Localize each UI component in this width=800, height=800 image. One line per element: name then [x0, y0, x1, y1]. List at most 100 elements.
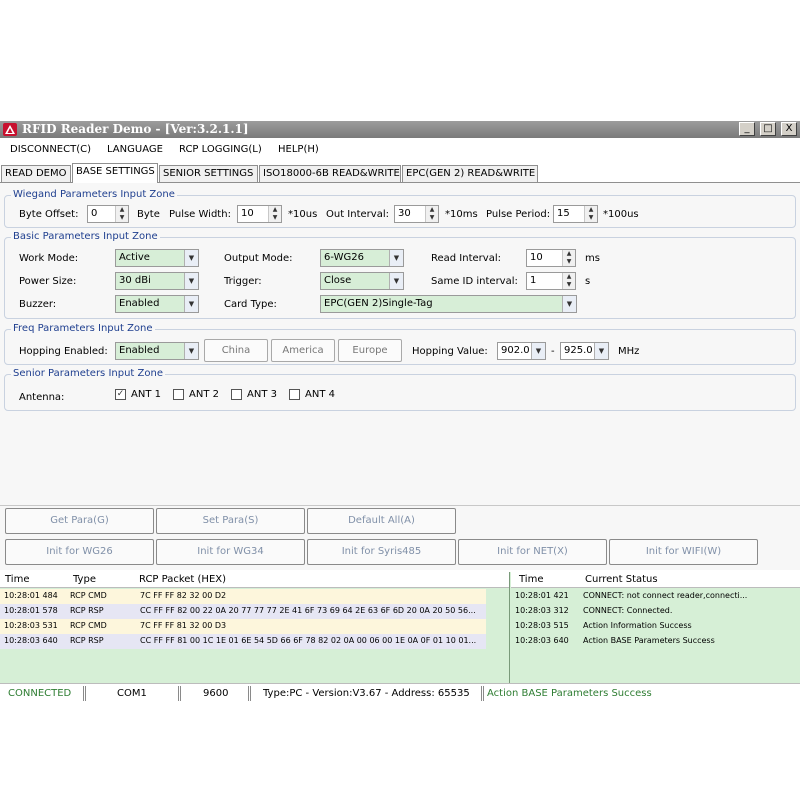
table-row[interactable]: 10:28:03 640 RCP RSP CC FF FF 81 00 1C 1… — [0, 634, 486, 649]
menu-rcp-logging[interactable]: RCP LOGGING(L) — [179, 144, 262, 155]
spin-down-icon[interactable]: ▼ — [269, 214, 281, 222]
init-wg26-button[interactable]: Init for WG26 — [5, 539, 154, 565]
work-mode-select[interactable]: Active ▼ — [115, 249, 199, 267]
list-item[interactable]: 10:28:03 640 Action BASE Parameters Succ… — [511, 634, 800, 649]
list-item[interactable]: 10:28:01 421 CONNECT: not connect reader… — [511, 589, 800, 604]
chevron-down-icon[interactable]: ▼ — [184, 273, 198, 289]
init-wg34-button[interactable]: Init for WG34 — [156, 539, 305, 565]
ant1-checkbox[interactable]: ✓ — [115, 389, 126, 400]
ant1-label[interactable]: ANT 1 — [131, 389, 161, 400]
spin-arrows[interactable]: ▲ ▼ — [425, 206, 438, 222]
set-para-button[interactable]: Set Para(S) — [156, 508, 305, 534]
ant3-checkbox[interactable] — [231, 389, 242, 400]
chevron-down-icon[interactable]: ▼ — [562, 296, 576, 312]
list-item[interactable]: 10:28:03 312 CONNECT: Connected. — [511, 604, 800, 619]
spin-down-icon[interactable]: ▼ — [426, 214, 438, 222]
col-time[interactable]: Time — [5, 574, 29, 585]
init-net-button[interactable]: Init for NET(X) — [458, 539, 607, 565]
spin-down-icon[interactable]: ▼ — [585, 214, 597, 222]
list-item[interactable]: 10:28:03 515 Action Information Success — [511, 619, 800, 634]
out-interval-stepper[interactable]: 30 ▲ ▼ — [394, 205, 439, 223]
hop-from-select[interactable]: 902.0 ▼ — [497, 342, 546, 360]
spin-arrows[interactable]: ▲ ▼ — [562, 273, 575, 289]
spin-up-icon[interactable]: ▲ — [269, 206, 281, 214]
default-all-button[interactable]: Default All(A) — [307, 508, 456, 534]
chevron-down-icon[interactable]: ▼ — [389, 273, 403, 289]
get-para-button[interactable]: Get Para(G) — [5, 508, 154, 534]
chevron-down-icon[interactable]: ▼ — [184, 250, 198, 266]
china-button[interactable]: China — [204, 339, 268, 362]
same-id-stepper[interactable]: 1 ▲ ▼ — [526, 272, 576, 290]
hop-to-select[interactable]: 925.0 ▼ — [560, 342, 609, 360]
hopping-enabled-select[interactable]: Enabled ▼ — [115, 342, 199, 360]
card-type-select[interactable]: EPC(GEN 2)Single-Tag ▼ — [320, 295, 577, 313]
antenna-label: Antenna: — [19, 392, 65, 403]
spin-up-icon[interactable]: ▲ — [116, 206, 128, 214]
byte-offset-stepper[interactable]: 0 ▲ ▼ — [87, 205, 129, 223]
output-mode-label: Output Mode: — [224, 253, 293, 264]
table-row[interactable]: 10:28:03 531 RCP CMD 7C FF FF 81 32 00 D… — [0, 619, 486, 634]
title-bar[interactable]: RFID Reader Demo - [Ver:3.2.1.1] _ □ X — [0, 121, 800, 138]
col-current-status[interactable]: Current Status — [585, 574, 658, 585]
spin-arrows[interactable]: ▲ ▼ — [584, 206, 597, 222]
buzzer-select[interactable]: Enabled ▼ — [115, 295, 199, 313]
chevron-down-icon[interactable]: ▼ — [184, 296, 198, 312]
tab-base-settings[interactable]: BASE SETTINGS — [72, 163, 158, 183]
minimize-button[interactable]: _ — [739, 122, 755, 136]
row-type: RCP CMD — [70, 591, 107, 600]
output-mode-select[interactable]: 6-WG26 ▼ — [320, 249, 404, 267]
col-status-time[interactable]: Time — [519, 574, 543, 585]
menu-help[interactable]: HELP(H) — [278, 144, 319, 155]
chevron-down-icon[interactable]: ▼ — [389, 250, 403, 266]
spin-arrows[interactable]: ▲ ▼ — [115, 206, 128, 222]
init-wifi-button[interactable]: Init for WIFI(W) — [609, 539, 758, 565]
power-size-label: Power Size: — [19, 276, 77, 287]
spin-up-icon[interactable]: ▲ — [585, 206, 597, 214]
close-button[interactable]: X — [781, 122, 797, 136]
tab-senior-settings[interactable]: SENIOR SETTINGS — [159, 165, 258, 182]
status-log[interactable]: Time Current Status 10:28:01 421 CONNECT… — [511, 572, 800, 683]
europe-button[interactable]: Europe — [338, 339, 402, 362]
pulse-period-value: 15 — [557, 208, 570, 219]
ant2-label[interactable]: ANT 2 — [189, 389, 219, 400]
spin-down-icon[interactable]: ▼ — [116, 214, 128, 222]
init-syris485-button[interactable]: Init for Syris485 — [307, 539, 456, 565]
power-size-select[interactable]: 30 dBi ▼ — [115, 272, 199, 290]
spin-up-icon[interactable]: ▲ — [563, 273, 575, 281]
trigger-select[interactable]: Close ▼ — [320, 272, 404, 290]
america-button[interactable]: America — [271, 339, 335, 362]
group-title: Senior Parameters Input Zone — [11, 368, 165, 379]
pulse-period-unit: *100us — [603, 209, 639, 220]
col-type[interactable]: Type — [73, 574, 96, 585]
tab-read-demo[interactable]: READ DEMO — [1, 165, 71, 182]
spin-up-icon[interactable]: ▲ — [426, 206, 438, 214]
table-row[interactable]: 10:28:01 578 RCP RSP CC FF FF 82 00 22 0… — [0, 604, 486, 619]
spin-down-icon[interactable]: ▼ — [563, 258, 575, 266]
ant3-label[interactable]: ANT 3 — [247, 389, 277, 400]
senior-group: Senior Parameters Input Zone Antenna: ✓ … — [4, 368, 796, 411]
chevron-down-icon[interactable]: ▼ — [594, 343, 608, 359]
tab-iso18000[interactable]: ISO18000-6B READ&WRITE — [259, 165, 401, 182]
spin-up-icon[interactable]: ▲ — [563, 250, 575, 258]
maximize-button[interactable]: □ — [760, 122, 776, 136]
ant4-checkbox[interactable] — [289, 389, 300, 400]
pulse-period-stepper[interactable]: 15 ▲ ▼ — [553, 205, 598, 223]
menu-disconnect[interactable]: DISCONNECT(C) — [10, 144, 91, 155]
ant4-label[interactable]: ANT 4 — [305, 389, 335, 400]
pulse-width-stepper[interactable]: 10 ▲ ▼ — [237, 205, 282, 223]
table-row[interactable]: 10:28:01 484 RCP CMD 7C FF FF 82 32 00 D… — [0, 589, 486, 604]
action-buttons: Get Para(G) Set Para(S) Default All(A) I… — [0, 505, 800, 567]
status-bar: CONNECTED COM1 9600 Type:PC - Version:V3… — [0, 683, 800, 704]
spin-down-icon[interactable]: ▼ — [563, 281, 575, 289]
chevron-down-icon[interactable]: ▼ — [184, 343, 198, 359]
col-packet[interactable]: RCP Packet (HEX) — [139, 574, 226, 585]
read-interval-stepper[interactable]: 10 ▲ ▼ — [526, 249, 576, 267]
tab-epc-gen2[interactable]: EPC(GEN 2) READ&WRITE — [402, 165, 538, 182]
ant2-checkbox[interactable] — [173, 389, 184, 400]
row-time: 10:28:03 531 — [4, 621, 58, 630]
chevron-down-icon[interactable]: ▼ — [531, 343, 545, 359]
packet-log[interactable]: Time Type RCP Packet (HEX) 10:28:01 484 … — [0, 572, 510, 683]
menu-language[interactable]: LANGUAGE — [107, 144, 163, 155]
spin-arrows[interactable]: ▲ ▼ — [268, 206, 281, 222]
spin-arrows[interactable]: ▲ ▼ — [562, 250, 575, 266]
